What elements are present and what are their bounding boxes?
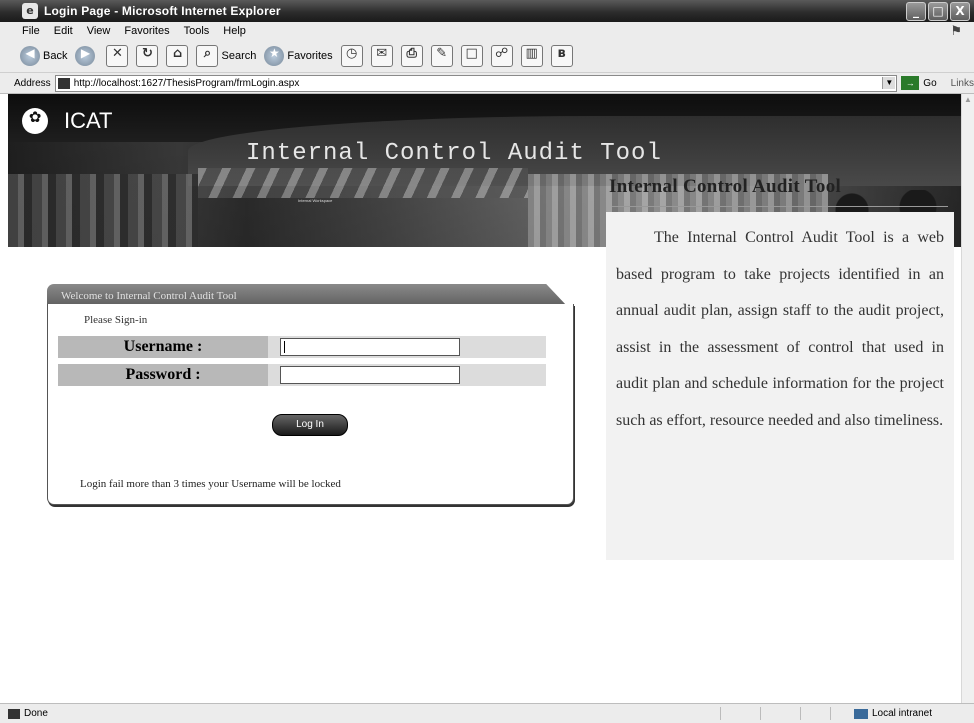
- username-row: Username :: [58, 336, 546, 358]
- address-dropdown-icon[interactable]: ▼: [882, 76, 896, 89]
- mail-icon: ✉: [370, 45, 393, 67]
- text-cursor: [284, 341, 285, 353]
- forward-arrow-icon: ▶: [75, 46, 96, 66]
- menu-file[interactable]: File: [22, 25, 40, 37]
- scroll-up-icon[interactable]: ▲: [962, 94, 974, 106]
- stop-icon: ✕: [106, 45, 129, 67]
- login-button[interactable]: Log In: [272, 414, 348, 436]
- page-icon: [57, 77, 70, 89]
- stop-button[interactable]: ✕: [106, 45, 129, 67]
- back-button[interactable]: ◀ Back: [20, 46, 67, 66]
- refresh-icon: ↻: [136, 45, 159, 67]
- forward-button[interactable]: ▶: [75, 46, 98, 66]
- discuss-icon: □: [460, 45, 483, 67]
- menu-bar: File Edit View Favorites Tools Help ⚑: [0, 22, 974, 41]
- close-button[interactable]: X: [950, 2, 970, 21]
- page-viewport: ✿ ICAT Internal Control Audit Tool Inter…: [0, 94, 962, 703]
- brand-name: ICAT: [64, 108, 113, 133]
- refresh-button[interactable]: ↻: [136, 45, 159, 67]
- login-panel-header: Welcome to Internal Control Audit Tool: [47, 284, 567, 306]
- vertical-scrollbar[interactable]: ▲: [961, 94, 974, 703]
- go-arrow-icon: →: [901, 76, 920, 90]
- back-arrow-icon: ◀: [20, 46, 40, 66]
- window-controls: _ □ X: [906, 2, 970, 21]
- star-icon: ★: [264, 46, 285, 66]
- address-input[interactable]: http://localhost:1627/ThesisProgram/frmL…: [54, 74, 898, 92]
- bluetooth-button[interactable]: ʙ: [550, 45, 573, 67]
- go-button[interactable]: → Go: [901, 76, 937, 90]
- address-label: Address: [14, 77, 51, 89]
- icat-logo-icon: ✿: [22, 108, 48, 134]
- maximize-button[interactable]: □: [928, 2, 948, 21]
- go-label: Go: [923, 77, 937, 89]
- search-label: Search: [221, 50, 257, 62]
- status-divider: [760, 707, 761, 720]
- status-divider: [830, 707, 831, 720]
- discuss-button[interactable]: □: [460, 45, 483, 67]
- home-icon: ⌂: [166, 45, 189, 67]
- window-title: Login Page - Microsoft Internet Explorer: [44, 4, 281, 18]
- status-divider: [720, 707, 721, 720]
- messenger-button[interactable]: ☍: [490, 45, 513, 67]
- password-input[interactable]: [280, 366, 460, 384]
- status-divider: [800, 707, 801, 720]
- lockout-warning: Login fail more than 3 times your Userna…: [80, 478, 341, 490]
- messenger-icon: ☍: [490, 45, 513, 67]
- banner-heading: Internal Control Audit Tool: [246, 140, 662, 167]
- status-text: Done: [24, 708, 48, 719]
- edit-button[interactable]: ✎: [430, 45, 453, 67]
- links-button[interactable]: Links: [951, 78, 974, 89]
- password-label: Password :: [58, 364, 268, 386]
- search-icon: ⌕: [196, 45, 219, 67]
- research-icon: ▥: [520, 45, 543, 67]
- banner-stripes: [198, 168, 528, 198]
- info-divider: [612, 206, 948, 207]
- title-bar: e Login Page - Microsoft Internet Explor…: [0, 0, 974, 22]
- favorites-label: Favorites: [287, 50, 333, 62]
- banner-city-image: [8, 174, 198, 247]
- mail-button[interactable]: ✉: [370, 45, 393, 67]
- info-title: Internal Control Audit Tool: [609, 176, 842, 197]
- banner-tag: Internal Workspace: [298, 198, 333, 203]
- zone-label: Local intranet: [871, 708, 932, 719]
- signin-prompt: Please Sign-in: [84, 314, 148, 326]
- menu-edit[interactable]: Edit: [54, 25, 73, 37]
- security-zone: Local intranet: [853, 708, 932, 719]
- page-done-icon: [8, 708, 20, 719]
- edit-icon: ✎: [430, 45, 453, 67]
- username-input[interactable]: [280, 338, 460, 356]
- menu-favorites[interactable]: Favorites: [124, 25, 169, 37]
- history-button[interactable]: ◷: [340, 45, 363, 67]
- address-bar: Address http://localhost:1627/ThesisProg…: [0, 73, 974, 94]
- menu-view[interactable]: View: [87, 25, 111, 37]
- bluetooth-icon: ʙ: [550, 45, 573, 67]
- favorites-button[interactable]: ★ Favorites: [264, 46, 333, 66]
- password-row: Password :: [58, 364, 546, 386]
- menu-tools[interactable]: Tools: [184, 25, 210, 37]
- address-url: http://localhost:1627/ThesisProgram/frmL…: [73, 77, 300, 89]
- info-panel: The Internal Control Audit Tool is a web…: [606, 212, 954, 560]
- username-label: Username :: [58, 336, 268, 358]
- login-panel: Welcome to Internal Control Audit Tool P…: [47, 284, 574, 506]
- history-icon: ◷: [340, 45, 363, 67]
- home-button[interactable]: ⌂: [166, 45, 189, 67]
- info-description: The Internal Control Audit Tool is a web…: [616, 229, 944, 429]
- windows-flag-icon: ⚑: [950, 23, 962, 38]
- search-button[interactable]: ⌕ Search: [196, 45, 256, 67]
- menu-help[interactable]: Help: [223, 25, 246, 37]
- minimize-button[interactable]: _: [906, 2, 926, 21]
- login-panel-title: Welcome to Internal Control Audit Tool: [61, 290, 237, 302]
- print-button[interactable]: ⎙: [400, 45, 423, 67]
- status-bar: Done Local intranet: [0, 703, 974, 723]
- print-icon: ⎙: [400, 45, 423, 67]
- research-button[interactable]: ▥: [520, 45, 543, 67]
- login-panel-body: Please Sign-in Username : Password : Log…: [47, 304, 574, 505]
- toolbar: ◀ Back ▶ ✕ ↻ ⌂ ⌕ Search ★ Favorites ◷ ✉ …: [0, 40, 974, 73]
- ie-icon: e: [22, 3, 38, 19]
- intranet-icon: [853, 708, 868, 719]
- back-label: Back: [43, 50, 68, 62]
